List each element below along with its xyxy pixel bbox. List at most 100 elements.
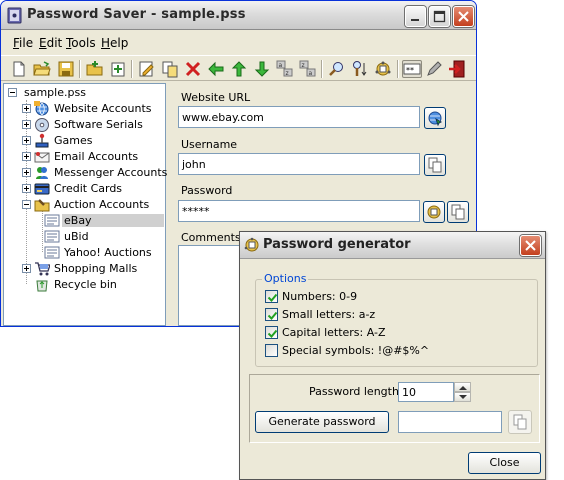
maximize-icon [433,10,446,23]
special-symbols-checkbox[interactable] [265,344,278,357]
collapse-icon[interactable] [8,88,17,97]
find-replace-icon[interactable] [351,60,369,78]
tree-item-credit-cards[interactable]: Credit Cards [22,181,162,197]
expand-icon[interactable] [22,136,31,145]
password-field[interactable]: ***** [178,200,420,222]
menu-help[interactable]: Help [101,36,128,50]
splitter[interactable] [167,83,171,326]
checkmark-icon [267,311,278,320]
credit-card-icon [34,183,50,195]
delete-icon[interactable] [184,60,202,78]
pencil-icon[interactable] [425,60,443,78]
svg-text:z: z [286,70,289,77]
collapse-icon[interactable] [22,200,31,209]
tree-item-auction-accounts[interactable]: Auction Accounts [22,197,162,213]
add-item-icon[interactable] [109,60,127,78]
entry-icon [44,246,60,259]
tree-item-games[interactable]: Games [22,133,162,149]
password-generator-icon [244,237,259,252]
add-category-icon[interactable] [86,60,104,78]
sort-az-icon[interactable]: az [276,60,294,78]
globe-icon [34,101,49,116]
title-bar[interactable]: Password Saver - sample.pss [1,1,476,30]
website-url-field[interactable]: www.ebay.com [178,106,420,128]
toolbar: az za ** [1,55,476,81]
password-generator-icon[interactable] [374,60,392,78]
copy-generated-button[interactable] [508,410,532,434]
checkmark-icon [267,329,278,338]
menu-edit[interactable]: Edit [39,36,62,50]
tree-item-email-accounts[interactable]: Email Accounts [22,149,162,165]
tree-item-shopping-malls[interactable]: Shopping Malls [22,261,162,277]
expand-icon[interactable] [22,152,31,161]
password-length-input[interactable]: 10 [398,382,454,402]
length-spinner[interactable] [454,382,471,403]
generated-password-field[interactable] [398,411,502,433]
find-icon[interactable] [328,60,346,78]
close-button[interactable] [453,6,474,27]
spin-up-button[interactable] [454,382,471,392]
capital-letters-checkbox[interactable] [265,326,278,339]
generate-password-button[interactable]: Generate password [255,411,389,433]
copy-password-button[interactable] [447,201,469,223]
toolbar-separator [397,60,399,78]
username-field[interactable]: john [178,153,420,175]
menu-file[interactable]: File [13,36,33,50]
arrow-down-icon[interactable] [253,60,271,78]
tree-connector [42,210,43,252]
tree-item-messenger-accounts[interactable]: Messenger Accounts [22,165,167,181]
expand-icon[interactable] [22,120,31,129]
password-length-label: Password length: [309,385,403,398]
copy-icon [451,204,465,220]
expand-icon[interactable] [22,168,31,177]
tree-item-software-serials[interactable]: Software Serials [22,117,162,133]
arrow-left-icon[interactable] [207,60,225,78]
password-label: Password [181,184,233,197]
copy-icon [428,157,442,173]
open-folder-icon[interactable] [33,60,51,78]
arrow-up-icon[interactable] [230,60,248,78]
expand-icon[interactable] [22,264,31,273]
toolbar-separator [131,60,133,78]
dialog-title-bar[interactable]: Password generator [240,232,545,259]
expand-icon[interactable] [22,184,31,193]
generate-password-button[interactable] [423,201,445,223]
tree-item-recycle-bin[interactable]: Recycle bin [22,277,162,293]
dialog-title: Password generator [263,237,411,252]
tree-item-ubid[interactable]: uBid [44,229,164,245]
recycle-bin-icon [36,280,48,292]
menu-bar: File Edit Tools Help [1,33,476,53]
copy-icon [513,414,527,430]
svg-text:**: ** [406,66,414,75]
small-letters-checkbox[interactable] [265,308,278,321]
spin-down-button[interactable] [454,392,471,402]
copy-item-icon[interactable] [161,60,179,78]
globe-go-icon [428,111,443,126]
exit-icon[interactable] [448,60,466,78]
shopping-cart-icon [35,262,50,276]
open-url-button[interactable] [424,107,446,129]
save-icon[interactable] [57,60,75,78]
minimize-icon [411,19,419,21]
copy-username-button[interactable] [424,154,446,176]
category-tree[interactable]: sample.pss Website Accounts Software Ser… [3,83,167,326]
joystick-icon [35,133,49,148]
website-url-label: Website URL [181,91,251,104]
new-file-icon[interactable] [10,60,28,78]
tree-item-website-accounts[interactable]: Website Accounts [22,101,162,117]
checkmark-icon [267,293,278,302]
sort-za-icon[interactable]: za [299,60,317,78]
minimize-button[interactable] [405,6,426,27]
edit-icon[interactable] [138,60,156,78]
tree-item-ebay[interactable]: eBay [44,213,164,229]
dialog-close-button[interactable] [520,235,541,256]
tree-root[interactable]: sample.pss [8,85,158,101]
maximize-button[interactable] [429,6,450,27]
auction-folder-icon [34,199,50,212]
menu-tools[interactable]: Tools [66,36,96,50]
dialog-close-text-button[interactable]: Close [468,452,541,474]
show-password-button[interactable]: ** [402,60,422,78]
expand-icon[interactable] [22,104,31,113]
numbers-checkbox[interactable] [265,290,278,303]
tree-item-yahoo-auctions[interactable]: Yahoo! Auctions [44,245,164,261]
